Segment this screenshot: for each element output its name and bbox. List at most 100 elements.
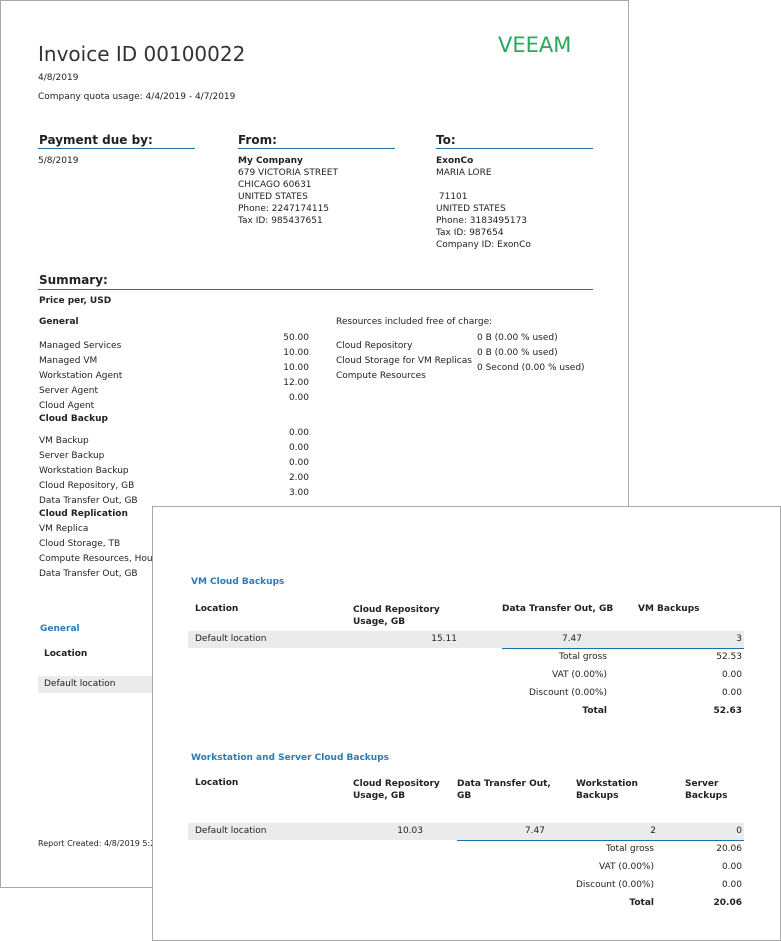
free-resources-title: Resources included free of charge: xyxy=(336,317,493,327)
general-title: General xyxy=(39,317,79,327)
ws-totals-rule xyxy=(457,840,744,841)
total-row: VAT (0.00%) 0.00 xyxy=(502,670,742,688)
price-label: Compute Resources, Hour xyxy=(39,554,157,564)
price-label: Data Transfer Out, GB xyxy=(39,569,138,579)
total-value: 0.00 xyxy=(721,670,742,680)
from-line: Phone: 2247174115 xyxy=(238,204,330,214)
ws-col-transfer: Data Transfer Out, GB xyxy=(457,779,551,801)
price-label: Cloud Agent xyxy=(39,401,95,411)
price-row: Workstation Agent 10.00 xyxy=(39,363,309,381)
total-label: Total gross xyxy=(606,844,654,854)
payment-rule xyxy=(38,148,195,149)
vm-row-location: Default location xyxy=(195,634,267,644)
ws-col-workstation: Workstation Backups xyxy=(576,779,638,801)
ws-cloud-backups-title: Workstation and Server Cloud Backups xyxy=(191,753,389,763)
total-value: 0.00 xyxy=(721,688,742,698)
quota-usage: Company quota usage: 4/4/2019 - 4/7/2019 xyxy=(38,92,236,102)
from-header: From: xyxy=(238,133,277,147)
price-row: Cloud Repository, GB 2.00 xyxy=(39,473,309,491)
total-row: Total 20.06 xyxy=(457,898,742,916)
cloud-replication-list: VM Replica Cloud Storage, TB Compute Res… xyxy=(39,524,156,584)
price-row: Server Backup 0.00 xyxy=(39,443,309,461)
price-row: Data Transfer Out, GB 3.00 xyxy=(39,488,309,506)
ws-totals: Total gross 20.06 VAT (0.00%) 0.00 Discoun… xyxy=(457,844,742,916)
vm-row-backups: 3 xyxy=(736,634,742,644)
invoice-front-page: VM Cloud Backups Location Cloud Reposito… xyxy=(152,506,781,941)
vm-col-location: Location xyxy=(195,604,239,614)
price-row: Server Agent 12.00 xyxy=(39,378,309,396)
to-line: MARIA LORE xyxy=(436,168,492,178)
vm-col-transfer: Data Transfer Out, GB xyxy=(502,604,614,614)
free-row: Cloud Repository 0 B (0.00 % used) xyxy=(336,333,596,351)
total-row: Discount (0.00%) 0.00 xyxy=(457,880,742,898)
total-row: Total 52.63 xyxy=(502,706,742,724)
price-value: 2.00 xyxy=(288,473,309,483)
from-line: 679 VICTORIA STREET xyxy=(238,168,338,178)
price-value: 50.00 xyxy=(283,333,309,343)
to-line xyxy=(436,180,531,192)
ws-row-server: 0 xyxy=(736,826,742,836)
price-label: Cloud Storage, TB xyxy=(39,539,121,549)
general-location-header: Location xyxy=(44,649,88,659)
total-label: Total gross xyxy=(559,652,607,662)
vm-col-repo: Cloud Repository Usage, GB xyxy=(353,605,440,627)
summary-header: Summary: xyxy=(39,273,108,287)
total-label: Total xyxy=(629,898,654,908)
free-value: 0 B (0.00 % used) xyxy=(477,333,558,343)
price-label: Data Transfer Out, GB xyxy=(39,496,138,506)
veeam-logo: VEEAM xyxy=(498,33,572,57)
ws-row-location: Default location xyxy=(195,826,267,836)
price-row: Managed VM 10.00 xyxy=(39,348,309,366)
report-created: Report Created: 4/8/2019 5:24 xyxy=(38,839,161,848)
vm-totals: Total gross 52.53 VAT (0.00%) 0.00 Discoun… xyxy=(502,652,742,724)
cloud-backup-title: Cloud Backup xyxy=(39,414,108,424)
free-value: 0 Second (0.00 % used) xyxy=(477,363,585,373)
general-row-location: Default location xyxy=(44,679,116,689)
ws-row-transfer: 7.47 xyxy=(524,826,545,836)
total-row: VAT (0.00%) 0.00 xyxy=(457,862,742,880)
to-header: To: xyxy=(436,133,456,147)
total-value: 0.00 xyxy=(721,862,742,872)
price-label: VM Replica xyxy=(39,524,89,534)
free-label: Compute Resources xyxy=(336,371,426,381)
vm-col-backups: VM Backups xyxy=(638,604,700,614)
cloud-replication-title: Cloud Replication xyxy=(39,509,128,519)
vm-row-transfer: 7.47 xyxy=(561,634,582,644)
total-value: 52.63 xyxy=(713,706,742,716)
payment-due-date: 5/8/2019 xyxy=(38,156,79,166)
ws-col-repo: Cloud Repository Usage, GB xyxy=(353,779,440,801)
to-line: 71101 xyxy=(436,192,468,202)
to-line: Company ID: ExonCo xyxy=(436,240,531,250)
to-line: Phone: 3183495173 xyxy=(436,216,528,226)
ws-row-workstation: 2 xyxy=(650,826,656,836)
ws-col-server: Server Backups xyxy=(685,779,728,801)
from-line: Tax ID: 985437651 xyxy=(238,216,323,226)
vm-totals-rule xyxy=(502,648,744,649)
from-line: CHICAGO 60631 xyxy=(238,180,312,190)
total-label: VAT (0.00%) xyxy=(598,862,654,872)
price-value: 10.00 xyxy=(283,348,309,358)
summary-rule xyxy=(38,289,593,290)
price-value: 3.00 xyxy=(288,488,309,498)
price-value: 0.00 xyxy=(288,428,309,438)
price-per-label: Price per, USD xyxy=(39,296,112,306)
to-line: UNITED STATES xyxy=(436,204,506,214)
total-value: 52.53 xyxy=(716,652,742,662)
vm-cloud-backups-title: VM Cloud Backups xyxy=(191,577,285,587)
vm-row-repo: 15.11 xyxy=(431,634,457,644)
free-row: Cloud Storage for VM Replicas 0 B (0.00 %… xyxy=(336,348,596,366)
invoice-title: Invoice ID 00100022 xyxy=(38,42,246,66)
total-label: Discount (0.00%) xyxy=(529,688,607,698)
from-company: My Company xyxy=(238,156,303,166)
price-value: 0.00 xyxy=(288,393,309,403)
total-row: Total gross 20.06 xyxy=(457,844,742,862)
price-value: 0.00 xyxy=(288,458,309,468)
price-row: Cloud Agent 0.00 xyxy=(39,393,309,411)
total-label: Discount (0.00%) xyxy=(576,880,654,890)
from-address: My Company 679 VICTORIA STREET CHICAGO 6… xyxy=(238,156,338,228)
total-row: Discount (0.00%) 0.00 xyxy=(502,688,742,706)
total-value: 0.00 xyxy=(721,880,742,890)
cloud-backup-list: VM Backup 0.00 Server Backup 0.00 Workstat… xyxy=(39,428,309,506)
ws-col-location: Location xyxy=(195,778,239,788)
general-section-title: General xyxy=(40,624,80,634)
